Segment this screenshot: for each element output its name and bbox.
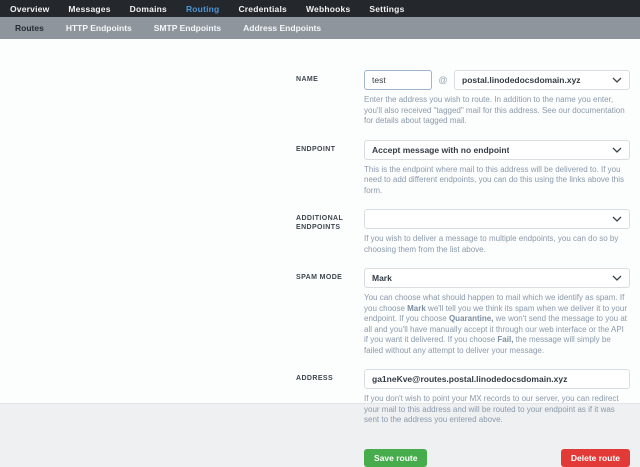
address-help-text: If you don't wish to point your MX recor… — [364, 394, 630, 426]
nav-item-settings[interactable]: Settings — [369, 4, 404, 14]
address-row: ADDRESS If you don't wish to point your … — [296, 369, 632, 426]
endpoint-row: ENDPOINT Accept message with no endpoint… — [296, 140, 632, 197]
route-address-input[interactable] — [364, 369, 630, 389]
address-label: ADDRESS — [296, 369, 364, 426]
endpoint-help-text: This is the endpoint where mail to this … — [364, 165, 630, 197]
nav-item-routing[interactable]: Routing — [186, 4, 220, 14]
endpoint-select[interactable]: Accept message with no endpoint — [364, 140, 630, 160]
at-separator: @ — [432, 75, 454, 85]
name-help-text: Enter the address you wish to route. In … — [364, 95, 630, 127]
endpoint-label: ENDPOINT — [296, 140, 364, 197]
nav-item-messages[interactable]: Messages — [68, 4, 110, 14]
subnav-item-smtp-endpoints[interactable]: SMTP Endpoints — [154, 23, 221, 33]
nav-item-domains[interactable]: Domains — [130, 4, 167, 14]
delete-route-button[interactable]: Delete route — [561, 449, 630, 467]
route-name-input[interactable] — [364, 70, 432, 90]
chevron-down-icon — [612, 216, 622, 222]
spam-mode-label: SPAM MODE — [296, 268, 364, 356]
spam-mode-select[interactable]: Mark — [364, 268, 630, 288]
edit-route-form: NAME @ postal.linodedocsdomain.xyz Enter… — [0, 39, 640, 467]
subnav-item-http-endpoints[interactable]: HTTP Endpoints — [66, 23, 132, 33]
name-label: NAME — [296, 70, 364, 127]
domain-select-value: postal.linodedocsdomain.xyz — [462, 75, 581, 85]
additional-endpoints-row: ADDITIONAL ENDPOINTS If you wish to deli… — [296, 209, 632, 255]
domain-select[interactable]: postal.linodedocsdomain.xyz — [454, 70, 630, 90]
name-row: NAME @ postal.linodedocsdomain.xyz Enter… — [296, 70, 632, 127]
nav-item-overview[interactable]: Overview — [10, 4, 49, 14]
spam-mode-help-text: You can choose what should happen to mai… — [364, 293, 630, 356]
chevron-down-icon — [612, 275, 622, 281]
route-form-panel: NAME @ postal.linodedocsdomain.xyz Enter… — [0, 39, 640, 404]
subnav-item-routes[interactable]: Routes — [15, 23, 44, 33]
routing-subnav: Routes HTTP Endpoints SMTP Endpoints Add… — [0, 17, 640, 39]
subnav-item-address-endpoints[interactable]: Address Endpoints — [243, 23, 321, 33]
top-navbar: Overview Messages Domains Routing Creden… — [0, 0, 640, 17]
additional-endpoints-help-text: If you wish to deliver a message to mult… — [364, 234, 630, 255]
spam-mode-row: SPAM MODE Mark You can choose what shoul… — [296, 268, 632, 356]
save-route-button[interactable]: Save route — [364, 449, 427, 467]
additional-endpoints-select[interactable] — [364, 209, 630, 229]
nav-item-webhooks[interactable]: Webhooks — [306, 4, 350, 14]
endpoint-select-value: Accept message with no endpoint — [372, 145, 509, 155]
form-actions-row: Save route Delete route — [296, 439, 632, 467]
chevron-down-icon — [612, 147, 622, 153]
nav-item-credentials[interactable]: Credentials — [238, 4, 287, 14]
spam-mode-select-value: Mark — [372, 273, 392, 283]
chevron-down-icon — [612, 77, 622, 83]
additional-endpoints-label: ADDITIONAL ENDPOINTS — [296, 209, 364, 255]
